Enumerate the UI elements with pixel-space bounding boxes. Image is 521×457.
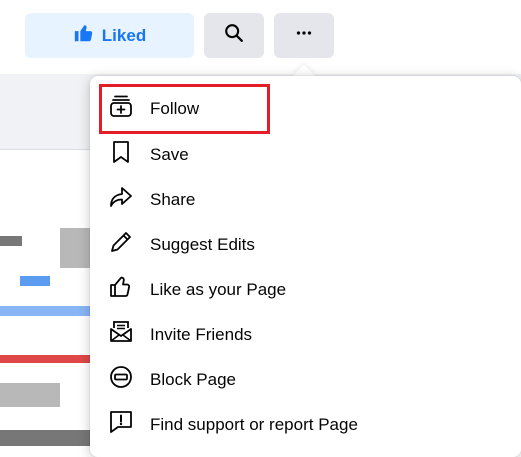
blurred-content <box>0 355 90 363</box>
blurred-content <box>0 383 60 407</box>
bookmark-icon <box>108 139 134 170</box>
liked-button[interactable]: Liked <box>25 13 194 58</box>
blurred-content <box>0 430 90 446</box>
thumbs-up-outline-icon <box>108 274 134 305</box>
more-dots-icon <box>293 22 315 49</box>
menu-item-label: Block Page <box>150 369 236 389</box>
follow-icon <box>108 93 134 124</box>
pencil-icon <box>108 229 134 260</box>
liked-label: Liked <box>101 25 147 45</box>
menu-item-follow[interactable]: Follow <box>98 86 513 131</box>
search-button[interactable] <box>204 13 264 58</box>
report-flag-icon <box>108 409 134 440</box>
blurred-content <box>0 306 90 316</box>
menu-item-save[interactable]: Save <box>98 132 513 177</box>
menu-item-label: Share <box>150 189 196 209</box>
menu-item-report[interactable]: Find support or report Page <box>98 402 513 447</box>
thumbs-up-icon <box>73 22 95 49</box>
block-icon <box>108 364 134 395</box>
menu-item-invite-friends[interactable]: Invite Friends <box>98 312 513 357</box>
share-icon <box>108 184 134 215</box>
more-options-button[interactable] <box>274 13 334 58</box>
menu-item-label: Follow <box>150 98 200 118</box>
menu-item-label: Save <box>150 144 189 164</box>
menu-item-like-as-page[interactable]: Like as your Page <box>98 267 513 312</box>
menu-item-block-page[interactable]: Block Page <box>98 357 513 402</box>
menu-item-label: Like as your Page <box>150 279 287 299</box>
blurred-content <box>60 228 90 268</box>
menu-item-share[interactable]: Share <box>98 177 513 222</box>
more-options-menu: Follow Save Share Suggest Edits Like as … <box>90 76 521 457</box>
blurred-content <box>0 236 22 246</box>
search-icon <box>223 22 245 49</box>
menu-item-label: Suggest Edits <box>150 234 255 254</box>
menu-item-label: Invite Friends <box>150 324 253 344</box>
invite-envelope-icon <box>108 319 134 350</box>
blurred-content <box>20 276 50 286</box>
menu-item-suggest-edits[interactable]: Suggest Edits <box>98 222 513 267</box>
menu-item-label: Find support or report Page <box>150 414 358 434</box>
